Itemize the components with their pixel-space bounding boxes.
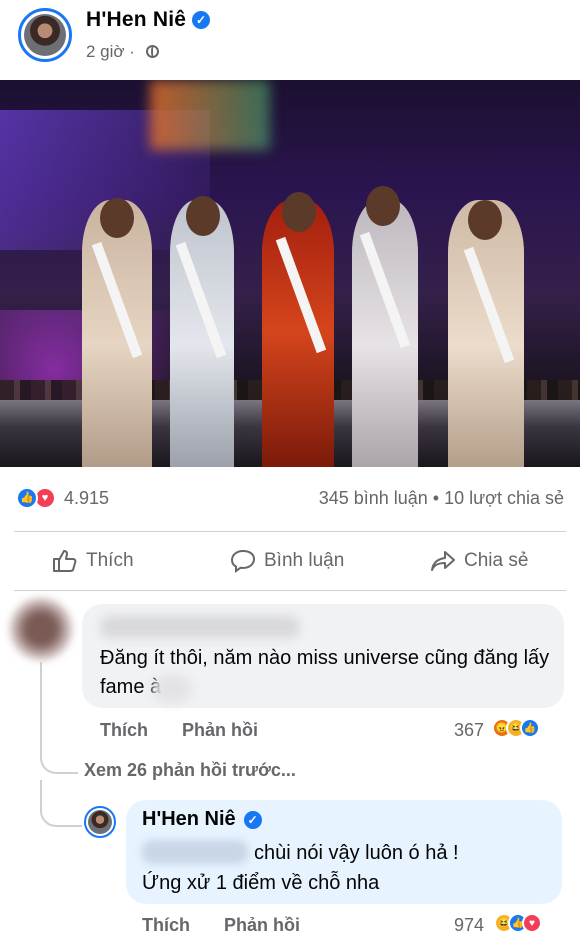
comment-reaction-count[interactable]: 367	[454, 720, 484, 741]
contestant-head	[282, 192, 316, 232]
reply-author-avatar[interactable]	[84, 806, 116, 838]
like-reaction-icon[interactable]: 👍	[16, 487, 38, 509]
reply-reaction-icons[interactable]: 😆 👍 ♥	[494, 913, 542, 933]
blurred-text	[152, 674, 192, 704]
share-arrow-icon	[431, 551, 455, 571]
comment-label: Bình luận	[264, 550, 345, 571]
share-label: Chia sẻ	[464, 550, 529, 571]
reply-text-line1: chùi nói vậy luôn ó hả !	[254, 842, 459, 864]
thumbs-up-icon	[53, 550, 77, 572]
contestant-head	[468, 200, 502, 240]
post-time-row: 2 giờ ·	[86, 42, 159, 62]
reply-reply-button[interactable]: Phản hồi	[224, 915, 300, 936]
verified-badge-icon: ✓	[243, 810, 262, 829]
post-action-bar: Thích Bình luận Chia sẻ	[0, 532, 580, 590]
verified-badge-icon: ✓	[192, 11, 211, 30]
comment-like-button[interactable]: Thích	[100, 720, 148, 741]
contestant-gown	[262, 200, 334, 467]
like-button[interactable]: Thích	[52, 546, 134, 576]
comment-bubble: Đăng ít thôi, năm nào miss universe cũng…	[82, 604, 564, 708]
like-label: Thích	[86, 550, 134, 571]
comment-reply-button[interactable]: Phản hồi	[182, 720, 258, 741]
reply-author-row[interactable]: H'Hen Niê ✓	[142, 808, 262, 831]
reply-author-name[interactable]: H'Hen Niê	[142, 808, 236, 830]
contestant-head	[100, 198, 134, 238]
contestant-gown	[448, 200, 524, 467]
author-name[interactable]: H'Hen Niê	[86, 8, 186, 31]
mentioned-user-blurred[interactable]	[142, 840, 248, 864]
reaction-summary: 👍 ♥ 4.915 345 bình luận • 10 lượt chia s…	[0, 470, 580, 520]
post-header: H'Hen Niê ✓ 2 giờ ·	[0, 0, 580, 78]
commenter-avatar-blurred[interactable]	[10, 598, 72, 660]
comment-reaction-icons[interactable]: 😠 😆 👍	[492, 718, 540, 738]
thread-connector	[40, 662, 78, 774]
reply-text-line2: Ứng xử 1 điểm về chỗ nha	[142, 872, 380, 894]
contestant-head	[366, 186, 400, 226]
comment-bubble-icon	[230, 549, 256, 573]
like-reaction-icon: 👍	[520, 718, 540, 738]
stage-lights	[150, 80, 270, 150]
love-reaction-icon: ♥	[522, 913, 542, 933]
comments-shares-count[interactable]: 345 bình luận • 10 lượt chia sẻ	[319, 488, 564, 509]
post-time[interactable]: 2 giờ	[86, 42, 125, 61]
contestant-head	[186, 196, 220, 236]
author-name-row[interactable]: H'Hen Niê ✓	[86, 8, 211, 32]
contestant-gown	[82, 200, 152, 467]
contestant-gown	[170, 200, 234, 467]
reply-like-button[interactable]: Thích	[142, 915, 190, 936]
share-button[interactable]: Chia sẻ	[430, 546, 528, 576]
reply-bubble: H'Hen Niê ✓ chùi nói vậy luôn ó hả ! Ứng …	[126, 800, 562, 904]
thread-connector	[40, 780, 82, 827]
globe-icon	[145, 45, 159, 58]
comment-button[interactable]: Bình luận	[230, 546, 344, 576]
reply-reaction-count[interactable]: 974	[454, 915, 484, 936]
commenter-name-blurred[interactable]	[100, 616, 300, 638]
view-previous-replies[interactable]: Xem 26 phản hồi trước...	[84, 760, 296, 781]
post-photo[interactable]	[0, 80, 580, 467]
reaction-count[interactable]: 4.915	[64, 488, 109, 509]
divider	[14, 590, 566, 591]
author-avatar[interactable]	[18, 8, 72, 62]
